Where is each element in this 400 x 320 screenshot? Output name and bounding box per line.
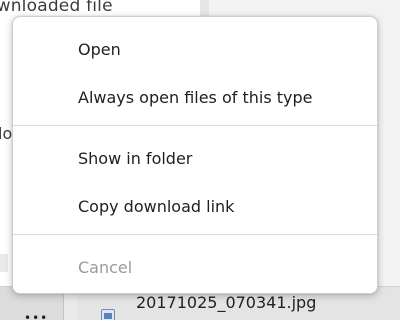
background-text-fragment: lo [0,124,13,143]
menu-item-always-open[interactable]: Always open files of this type [13,77,377,117]
menu-separator [13,234,377,235]
menu-item-cancel[interactable]: Cancel [13,247,377,287]
menu-item-open[interactable]: Open [13,29,377,69]
download-file-name: 20171025_070341.jpg [136,293,317,312]
menu-separator [13,125,377,126]
screen: ownloaded file lo ••• 20171025_070341.jp… [0,0,400,320]
background-scroll-stub [0,254,8,272]
menu-item-show-in-folder[interactable]: Show in folder [13,138,377,178]
menu-item-copy-download-link[interactable]: Copy download link [13,186,377,226]
background-title: ownloaded file [0,0,113,16]
download-context-menu: Open Always open files of this type Show… [12,16,378,294]
more-dots-icon: ••• [24,311,49,320]
image-file-icon [101,309,115,320]
